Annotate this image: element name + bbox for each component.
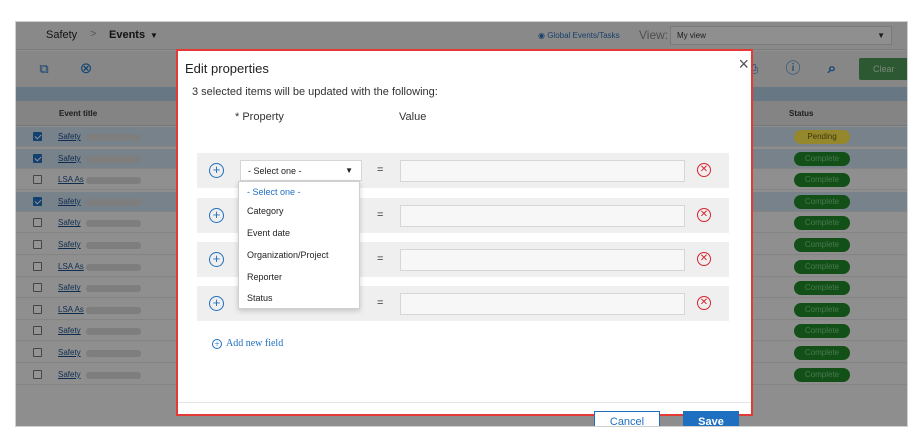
app-frame: Safety > Events ▼ ◉ Global Events/Tasks … bbox=[15, 21, 908, 427]
dropdown-option[interactable]: Status bbox=[247, 293, 273, 303]
dropdown-option[interactable]: Category bbox=[247, 206, 284, 216]
dropdown-option[interactable]: Event date bbox=[247, 228, 290, 238]
dropdown-option[interactable]: - Select one - bbox=[247, 187, 301, 197]
remove-circle-icon[interactable]: ✕ bbox=[697, 208, 711, 222]
value-column-label: Value bbox=[399, 111, 427, 123]
plus-circle-icon: + bbox=[212, 339, 222, 349]
property-dropdown-menu: - Select one - Category Event date Organ… bbox=[238, 181, 360, 309]
remove-circle-icon[interactable]: ✕ bbox=[697, 252, 711, 266]
remove-circle-icon[interactable]: ✕ bbox=[697, 163, 711, 177]
dialog-footer-divider bbox=[178, 402, 751, 403]
property-column-label: * Property bbox=[235, 111, 284, 123]
edit-properties-dialog: Edit properties × 3 selected items will … bbox=[176, 49, 753, 426]
dialog-title: Edit properties bbox=[185, 61, 269, 76]
property-select[interactable]: - Select one - ▼ bbox=[240, 160, 362, 181]
value-input[interactable] bbox=[400, 205, 685, 227]
equals-sign: = bbox=[377, 164, 384, 176]
plus-circle-icon[interactable]: + bbox=[209, 163, 224, 178]
equals-sign: = bbox=[377, 297, 384, 309]
dropdown-option[interactable]: Organization/Project bbox=[247, 250, 329, 260]
plus-circle-icon[interactable]: + bbox=[209, 252, 224, 267]
remove-circle-icon[interactable]: ✕ bbox=[697, 296, 711, 310]
chevron-down-icon: ▼ bbox=[345, 166, 353, 175]
equals-sign: = bbox=[377, 253, 384, 265]
value-input[interactable] bbox=[400, 160, 685, 182]
events-screen: Safety > Events ▼ ◉ Global Events/Tasks … bbox=[16, 22, 907, 426]
dropdown-option[interactable]: Reporter bbox=[247, 272, 282, 282]
value-input[interactable] bbox=[400, 249, 685, 271]
equals-sign: = bbox=[377, 209, 384, 221]
close-icon[interactable]: × bbox=[738, 55, 749, 73]
save-button[interactable]: Save bbox=[683, 411, 739, 426]
cancel-button[interactable]: Cancel bbox=[594, 411, 660, 426]
value-input[interactable] bbox=[400, 293, 685, 315]
dialog-subtitle: 3 selected items will be updated with th… bbox=[192, 86, 438, 98]
add-new-field-label: Add new field bbox=[226, 338, 284, 349]
property-select-value: - Select one - bbox=[248, 166, 302, 176]
plus-circle-icon[interactable]: + bbox=[209, 296, 224, 311]
plus-circle-icon[interactable]: + bbox=[209, 208, 224, 223]
